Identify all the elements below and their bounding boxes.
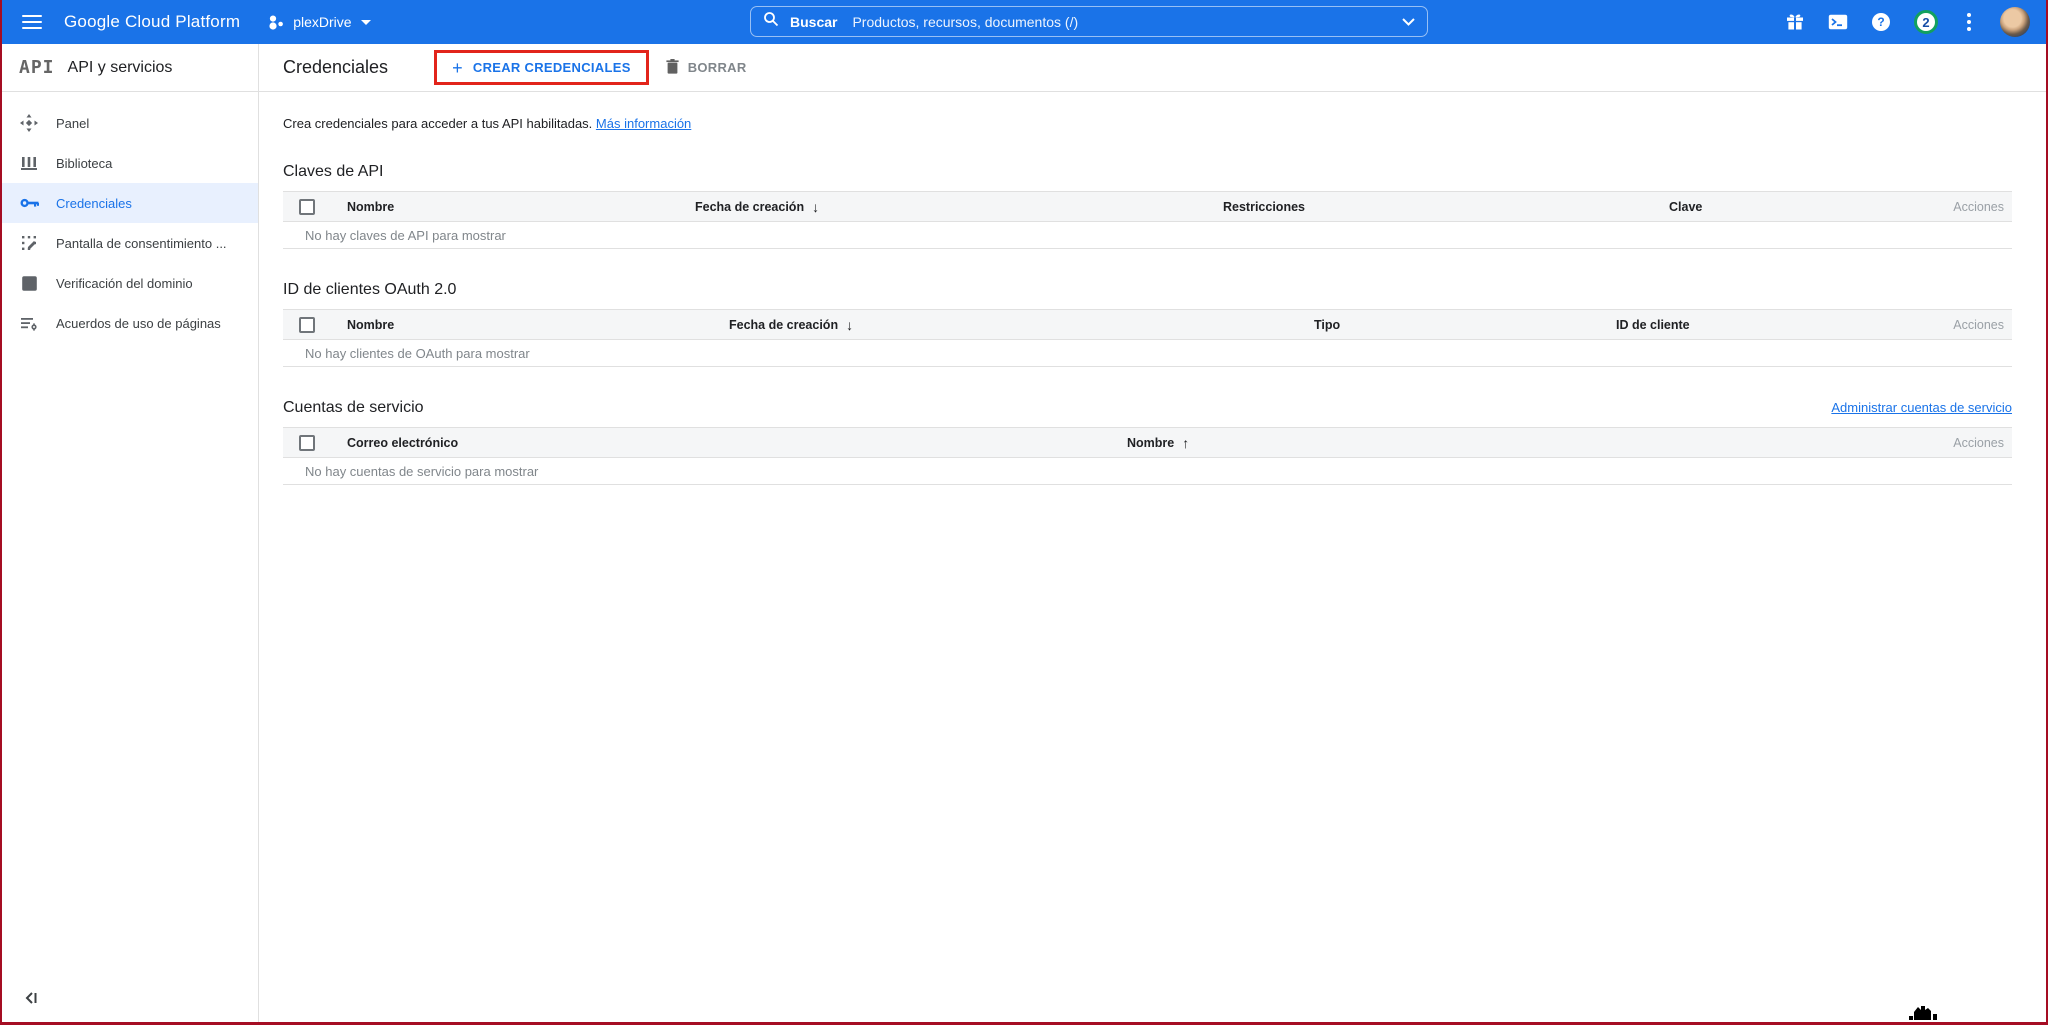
mouse-cursor-artifact: [1908, 1002, 1938, 1025]
empty-state: No hay cuentas de servicio para mostrar: [283, 458, 2012, 485]
notifications-badge[interactable]: 2: [1914, 10, 1938, 34]
section-title: Cuentas de servicio: [283, 399, 424, 417]
cloud-shell-icon[interactable]: [1828, 12, 1848, 32]
search-expand-chevron-icon[interactable]: [1402, 13, 1415, 31]
chevron-down-icon: [361, 20, 371, 25]
dashboard-icon: [19, 113, 39, 133]
annotation-highlight: + CREAR CREDENCIALES: [434, 50, 649, 85]
section-title: ID de clientes OAuth 2.0: [283, 281, 456, 299]
sidebar-item-credenciales[interactable]: Credenciales: [2, 183, 258, 223]
consent-screen-icon: [19, 233, 39, 253]
column-nombre[interactable]: Nombre ↑: [1127, 435, 1922, 451]
page-title: Credenciales: [283, 57, 388, 78]
top-navigation-bar: Google Cloud Platform plexDrive Buscar P…: [2, 0, 2046, 44]
search-input[interactable]: Buscar Productos, recursos, documentos (…: [750, 6, 1428, 37]
section-title: Claves de API: [283, 163, 384, 181]
project-name: plexDrive: [293, 14, 351, 30]
select-all-checkbox[interactable]: [299, 317, 315, 333]
sidebar-item-acuerdos-uso[interactable]: Acuerdos de uso de páginas: [2, 303, 258, 343]
column-nombre: Nombre: [325, 200, 695, 214]
sort-desc-icon: ↓: [812, 199, 819, 215]
sidebar: API API y servicios Panel: [2, 44, 259, 1022]
sidebar-item-label: Biblioteca: [56, 156, 112, 171]
help-icon[interactable]: ?: [1871, 12, 1891, 32]
select-all-checkbox[interactable]: [299, 435, 315, 451]
column-fecha-creacion[interactable]: Fecha de creación ↓: [729, 317, 1314, 333]
sidebar-nav: Panel Biblioteca: [2, 92, 258, 343]
sort-asc-icon: ↑: [1182, 435, 1189, 451]
column-nombre: Nombre: [325, 318, 729, 332]
manage-service-accounts-link[interactable]: Administrar cuentas de servicio: [1831, 400, 2012, 415]
domain-verification-icon: [19, 273, 39, 293]
sidebar-item-panel[interactable]: Panel: [2, 103, 258, 143]
column-tipo: Tipo: [1314, 318, 1616, 332]
search-icon: [763, 11, 779, 32]
project-selector[interactable]: plexDrive: [268, 14, 370, 31]
gcp-logo[interactable]: Google Cloud Platform: [64, 12, 240, 32]
delete-button[interactable]: BORRAR: [666, 59, 747, 77]
select-all-checkbox[interactable]: [299, 199, 315, 215]
empty-state: No hay claves de API para mostrar: [283, 222, 2012, 249]
more-options-icon[interactable]: [1961, 11, 1977, 33]
sidebar-item-verificacion-dominio[interactable]: Verificación del dominio: [2, 263, 258, 303]
user-avatar[interactable]: [2000, 7, 2030, 37]
section-oauth-clients: ID de clientes OAuth 2.0 Nombre Fecha de…: [283, 281, 2012, 367]
section-service-accounts: Cuentas de servicio Administrar cuentas …: [283, 399, 2012, 485]
topbar-icons: ? 2: [1785, 7, 2030, 37]
table-header-row: Nombre Fecha de creación ↓ Restricciones…: [283, 191, 2012, 222]
project-icon: [268, 14, 285, 31]
api-product-logo: API: [19, 57, 55, 78]
column-acciones: Acciones: [1922, 200, 2012, 214]
sidebar-item-biblioteca[interactable]: Biblioteca: [2, 143, 258, 183]
sidebar-item-label: Panel: [56, 116, 89, 131]
sort-desc-icon: ↓: [846, 317, 853, 333]
column-restricciones: Restricciones: [1223, 200, 1669, 214]
hamburger-menu-icon[interactable]: [22, 15, 42, 29]
gcp-console-screen: Google Cloud Platform plexDrive Buscar P…: [0, 0, 2048, 1025]
sidebar-item-label: Verificación del dominio: [56, 276, 193, 291]
more-info-link[interactable]: Más información: [596, 116, 691, 131]
sidebar-item-pantalla-consentimiento[interactable]: Pantalla de consentimiento ...: [2, 223, 258, 263]
svg-text:?: ?: [1877, 15, 1884, 29]
content-area: Crea credenciales para acceder a tus API…: [259, 92, 2046, 485]
search-placeholder: Productos, recursos, documentos (/): [852, 14, 1078, 30]
column-fecha-creacion[interactable]: Fecha de creación ↓: [695, 199, 1223, 215]
key-icon: [19, 193, 39, 213]
sidebar-item-label: Pantalla de consentimiento ...: [56, 236, 227, 251]
sidebar-item-label: Acuerdos de uso de páginas: [56, 316, 221, 331]
main-content: Credenciales + CREAR CREDENCIALES BORRA: [259, 44, 2046, 1022]
column-correo-electronico: Correo electrónico: [325, 436, 1127, 450]
sidebar-header: API API y servicios: [2, 44, 258, 92]
library-icon: [19, 153, 39, 173]
search-label: Buscar: [790, 14, 837, 30]
empty-state: No hay clientes de OAuth para mostrar: [283, 340, 2012, 367]
sidebar-item-label: Credenciales: [56, 196, 132, 211]
table-header-row: Correo electrónico Nombre ↑ Acciones: [283, 427, 2012, 458]
create-credentials-button[interactable]: + CREAR CREDENCIALES: [452, 60, 631, 75]
page-toolbar: Credenciales + CREAR CREDENCIALES BORRA: [259, 44, 2046, 92]
product-name-label: API y servicios: [68, 59, 173, 77]
column-clave: Clave: [1669, 200, 1922, 214]
trash-icon: [666, 59, 679, 77]
column-acciones: Acciones: [1922, 436, 2012, 450]
table-header-row: Nombre Fecha de creación ↓ Tipo ID de cl…: [283, 309, 2012, 340]
gift-icon[interactable]: [1785, 12, 1805, 32]
section-api-keys: Claves de API Nombre Fecha de creación ↓…: [283, 163, 2012, 249]
intro-text: Crea credenciales para acceder a tus API…: [283, 116, 2012, 131]
plus-icon: +: [452, 61, 463, 75]
column-id-cliente: ID de cliente: [1616, 318, 1922, 332]
page-usage-agreements-icon: [19, 313, 39, 333]
collapse-sidebar-icon[interactable]: [24, 991, 40, 1010]
column-acciones: Acciones: [1922, 318, 2012, 332]
